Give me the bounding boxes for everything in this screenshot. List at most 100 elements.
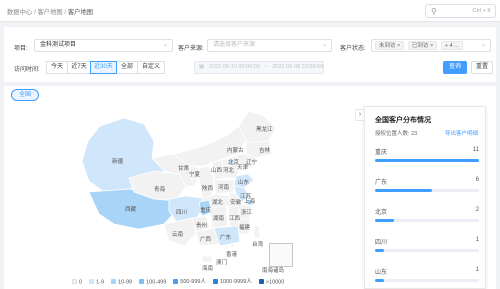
legend-label: 100-499	[146, 279, 167, 285]
breadcrumb-item-data-center[interactable]: 数据中心	[7, 9, 32, 16]
project-select[interactable]: 金科测试项目 ⌄	[34, 39, 173, 52]
label-liaoning: 辽宁	[246, 158, 258, 166]
label-qinghai: 青海	[154, 185, 166, 193]
label-jilin: 吉林	[259, 146, 271, 154]
segment-all[interactable]: 全部	[116, 61, 138, 74]
filter-panel: 项目: 金科测试项目 ⌄ 客户来源: 请选择客户来源 ⌄ 客户状态: 未到访 ×…	[4, 27, 496, 82]
export-customer-detail-link[interactable]: 导出客户明细	[445, 129, 478, 137]
date-range-picker[interactable]: ▦ 2022-05-10 00:00:00 ~ 2022-06-08 23:59…	[194, 61, 324, 74]
row-bar-fill	[375, 219, 394, 222]
date-start: 2022-05-10 00:00:00	[208, 64, 260, 70]
chevron-down-icon: ⌄	[162, 42, 168, 48]
visit-time-label: 访问时间:	[14, 67, 40, 73]
legend-label: 0	[79, 279, 83, 285]
segment-today[interactable]: 今天	[46, 61, 68, 74]
legend-label: >10000	[265, 279, 285, 285]
distribution-row: 四川 1	[375, 237, 479, 265]
south-china-sea-inset	[269, 243, 293, 267]
top-bar: 数据中心 / 客户地图 / 客户地图 ⚲ Ctrl + K	[0, 0, 500, 22]
status-tag-more[interactable]: + 4 ...	[440, 41, 463, 50]
row-bar-fill	[375, 189, 433, 192]
label-hongkong: 香港	[226, 250, 238, 258]
date-end: 2022-06-08 23:59:59	[272, 64, 324, 70]
breadcrumb-separator: /	[64, 9, 67, 16]
label-hunan: 湖南	[213, 214, 225, 222]
province-taiwan[interactable]	[253, 225, 261, 239]
label-zhejiang: 浙江	[241, 208, 253, 216]
legend-item: 0	[72, 278, 83, 285]
row-province: 四川	[375, 240, 388, 246]
province-macau[interactable]	[224, 245, 229, 250]
legend-swatch	[72, 278, 77, 284]
reset-button[interactable]: 重置	[471, 61, 493, 74]
label-ningxia: 宁夏	[189, 170, 201, 178]
distribution-row: 广东 6	[375, 177, 479, 205]
province-hainan[interactable]	[201, 255, 213, 263]
distribution-panel: 全国客户分布情况 授权位置人数: 23 导出客户明细 重庆 11 广东 6 北京 2 四川 1…	[364, 106, 486, 289]
label-shandong: 山东	[238, 178, 250, 186]
status-tag-not-visited[interactable]: 未到访 ×	[375, 41, 405, 50]
province-hongkong[interactable]	[230, 243, 235, 248]
row-bar-track	[375, 249, 479, 252]
label-chongqing: 重庆	[200, 206, 212, 214]
search-shortcut-hint: Ctrl + K	[472, 8, 492, 14]
legend-swatch	[89, 278, 95, 284]
project-select-value: 金科测试项目	[40, 42, 77, 48]
label-jiangxi: 江西	[229, 215, 241, 222]
status-label: 客户状态:	[340, 46, 366, 52]
row-province: 山东	[375, 270, 388, 276]
label-gansu: 甘肃	[178, 164, 190, 172]
legend-label: 1-9	[96, 279, 105, 285]
auth-count-value: 23	[411, 131, 418, 137]
legend-swatch	[258, 278, 264, 284]
status-select[interactable]: 未到访 × 已到访 × + 4 ... ⌄	[371, 39, 491, 52]
breadcrumb-item-current: 客户地图	[67, 9, 94, 16]
row-count: 6	[475, 177, 479, 183]
row-count: 2	[475, 207, 479, 213]
label-xinjiang: 新疆	[112, 157, 124, 165]
legend-item: >10000	[258, 278, 285, 285]
global-search-box[interactable]: ⚲ Ctrl + K	[425, 4, 496, 18]
label-shanxi: 山西	[211, 166, 223, 174]
segment-last-30-days[interactable]: 近30天	[90, 61, 117, 74]
label-shanghai: 上海	[244, 197, 256, 205]
legend-swatch	[212, 278, 218, 284]
label-xizang: 西藏	[125, 205, 137, 213]
auth-count-text: 授权位置人数: 23	[375, 129, 417, 137]
legend-item: 1-9	[89, 278, 105, 285]
distribution-row: 山东 1	[375, 267, 479, 288]
source-label: 客户来源:	[178, 46, 204, 52]
label-anhui: 安徽	[230, 198, 242, 206]
row-bar-fill	[375, 279, 385, 282]
label-macau: 澳门	[216, 258, 227, 266]
row-count: 11	[472, 147, 479, 153]
label-yunnan: 云南	[172, 230, 184, 238]
breadcrumb: 数据中心 / 客户地图 / 客户地图	[7, 7, 93, 16]
label-neimenggu: 内蒙古	[227, 146, 244, 154]
query-button[interactable]: 查询	[443, 61, 467, 74]
map-legend: 0 1-9 10-99 100-499 500-999人 1000-9999人 >10000	[72, 277, 291, 285]
segment-last-7-days[interactable]: 近7天	[67, 61, 91, 74]
legend-label: 500-999人	[180, 279, 206, 285]
segment-custom[interactable]: 自定义	[137, 61, 165, 74]
breadcrumb-separator: /	[33, 9, 36, 16]
row-province: 重庆	[375, 150, 388, 156]
label-guangxi: 广西	[200, 235, 212, 243]
legend-item: 1000-9999人	[212, 277, 252, 285]
label-fujian: 福建	[239, 223, 251, 231]
label-heilongjiang: 黑龙江	[256, 125, 273, 133]
legend-label: 10-99	[118, 279, 133, 285]
search-icon: ⚲	[431, 7, 437, 16]
distribution-row: 重庆 11	[375, 147, 479, 175]
row-count: 1	[475, 237, 479, 243]
source-select-placeholder: 请选择客户来源	[213, 42, 256, 48]
row-count: 1	[475, 267, 479, 273]
legend-label: 1000-9999人	[219, 279, 252, 285]
source-select[interactable]: 请选择客户来源 ⌄	[207, 39, 332, 52]
breadcrumb-item-customer-map[interactable]: 客户地图	[37, 9, 62, 16]
row-bar-track	[375, 189, 479, 192]
auth-count-label: 授权位置人数:	[375, 131, 410, 137]
status-tag-visited[interactable]: 已到访 ×	[407, 41, 438, 50]
legend-swatch	[173, 278, 179, 284]
chevron-down-icon: ⌄	[480, 42, 486, 48]
